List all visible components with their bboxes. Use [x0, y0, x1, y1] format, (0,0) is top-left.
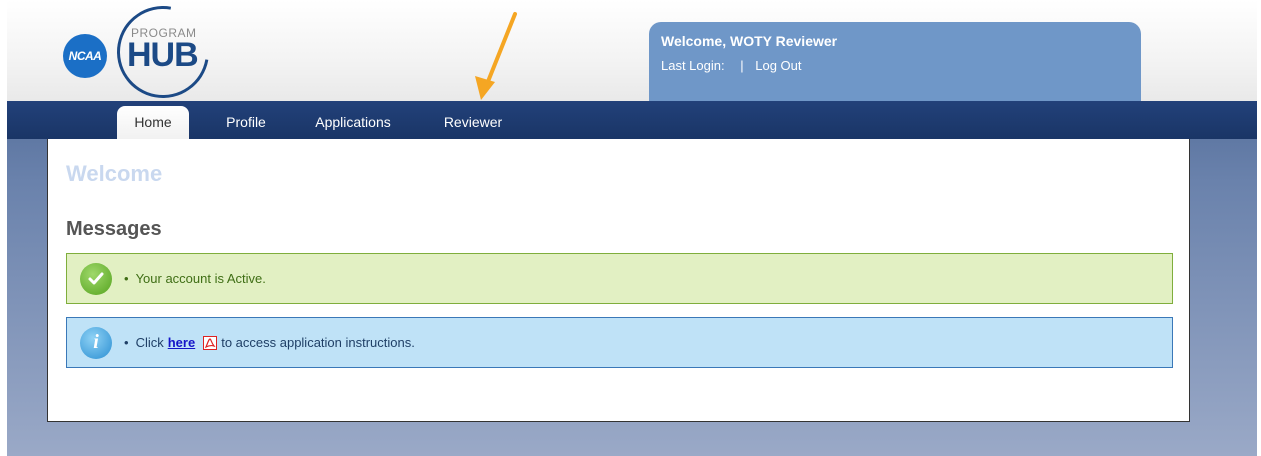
- nav-tab-applications[interactable]: Applications: [303, 108, 403, 139]
- program-hub-logo[interactable]: NCAA PROGRAM HUB: [63, 0, 228, 117]
- bullet: •: [124, 335, 129, 350]
- logo-hub-text: HUB: [127, 36, 199, 74]
- bullet: •: [124, 271, 129, 286]
- welcome-panel: Welcome, WOTY Reviewer Last Login: | Log…: [649, 22, 1141, 101]
- login-row: Last Login: | Log Out: [661, 58, 1141, 73]
- info-message-prefix: Click: [135, 335, 164, 350]
- main-navbar: Home Profile Applications Reviewer: [7, 101, 1257, 139]
- content-panel: Welcome Messages • Your account is Activ…: [47, 139, 1190, 422]
- logout-link[interactable]: Log Out: [755, 58, 801, 73]
- page-background: NCAA PROGRAM HUB Welcome, WOTY Reviewer …: [7, 0, 1257, 456]
- info-message-suffix: to access application instructions.: [221, 335, 415, 350]
- last-login-label: Last Login:: [661, 58, 725, 73]
- ncaa-badge: NCAA: [63, 34, 107, 78]
- login-separator: |: [740, 58, 744, 73]
- success-message-text: Your account is Active.: [135, 271, 266, 286]
- nav-tab-home[interactable]: Home: [117, 106, 189, 139]
- welcome-greeting: Welcome, WOTY Reviewer: [661, 33, 838, 49]
- success-message: • Your account is Active.: [66, 253, 1173, 304]
- header: NCAA PROGRAM HUB Welcome, WOTY Reviewer …: [7, 0, 1257, 117]
- nav-tab-reviewer[interactable]: Reviewer: [431, 108, 515, 139]
- pdf-icon[interactable]: [203, 335, 218, 350]
- annotation-arrow-icon: [475, 12, 517, 100]
- page-title: Welcome: [66, 161, 163, 186]
- nav-tab-profile[interactable]: Profile: [211, 108, 281, 139]
- info-icon: i: [80, 326, 112, 359]
- messages-heading: Messages: [66, 218, 162, 240]
- info-message: i • Click here to access application ins…: [66, 317, 1173, 368]
- instructions-link[interactable]: here: [168, 335, 195, 350]
- check-icon: [80, 262, 112, 295]
